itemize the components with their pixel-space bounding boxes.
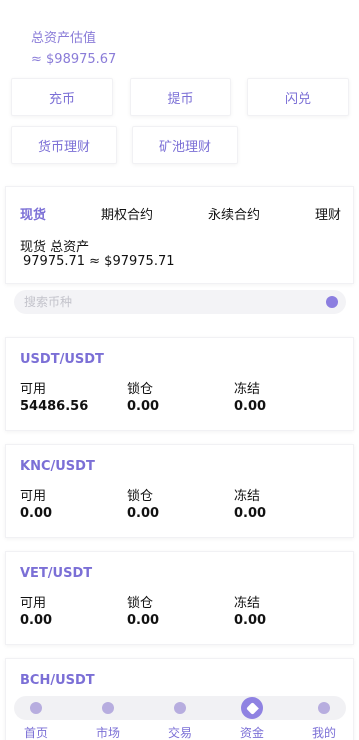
available-label: 可用 — [20, 596, 47, 611]
mining-pool-button[interactable]: 矿池理财 — [132, 126, 238, 164]
account-card: 现货 期权合约 永续合约 理财 现货 总资产 97975.71 ≈ $97975… — [5, 186, 354, 284]
withdraw-button[interactable]: 提币 — [130, 78, 231, 116]
total-assets-value: ≈ $98975.67 — [31, 52, 117, 67]
asset-card-knc[interactable]: KNC/USDT 可用 锁仓 冻结 0.00 0.00 0.00 — [5, 444, 354, 538]
available-label: 可用 — [20, 382, 47, 397]
nav-funds[interactable]: 资金 — [222, 696, 282, 740]
asset-card-vet[interactable]: VET/USDT 可用 锁仓 冻结 0.00 0.00 0.00 — [5, 551, 354, 645]
locked-value: 0.00 — [127, 399, 160, 414]
frozen-label: 冻结 — [234, 382, 261, 397]
asset-pair: KNC/USDT — [20, 459, 95, 474]
nav-home-label: 首页 — [23, 726, 48, 740]
frozen-value: 0.00 — [234, 399, 267, 414]
total-assets: 总资产估值 ≈ $98975.67 — [31, 27, 116, 67]
tab-options[interactable]: 期权合约 — [101, 204, 153, 223]
asset-card-usdt[interactable]: USDT/USDT 可用 锁仓 冻结 54486.56 0.00 0.00 — [5, 337, 354, 431]
nav-market[interactable]: 市场 — [78, 696, 138, 740]
nav-trade[interactable]: 交易 — [150, 696, 210, 740]
user-icon — [318, 702, 330, 714]
asset-pair: BCH/USDT — [20, 673, 95, 688]
nav-mine[interactable]: 我的 — [294, 696, 354, 740]
nav-funds-label: 资金 — [239, 726, 264, 740]
locked-value: 0.00 — [127, 506, 160, 521]
available-value: 0.00 — [20, 613, 53, 628]
tab-finance[interactable]: 理财 — [315, 204, 341, 223]
locked-label: 锁仓 — [127, 489, 154, 504]
home-icon — [30, 702, 42, 714]
nav-mine-label: 我的 — [311, 726, 336, 740]
frozen-label: 冻结 — [234, 596, 261, 611]
flash-exchange-button[interactable]: 闪兑 — [247, 78, 349, 116]
asset-pair: VET/USDT — [20, 566, 93, 581]
exchange-icon — [174, 702, 186, 714]
tab-spot[interactable]: 现货 — [20, 204, 46, 223]
account-tabs: 现货 期权合约 永续合约 理财 — [6, 204, 353, 224]
tab-perpetual[interactable]: 永续合约 — [208, 204, 260, 223]
spot-total-label: 现货 总资产 — [20, 240, 90, 255]
available-label: 可用 — [20, 489, 47, 504]
frozen-label: 冻结 — [234, 489, 261, 504]
available-value: 0.00 — [20, 506, 53, 521]
locked-label: 锁仓 — [127, 596, 154, 611]
asset-pair: USDT/USDT — [20, 352, 104, 367]
frozen-value: 0.00 — [234, 613, 267, 628]
locked-value: 0.00 — [127, 613, 160, 628]
currency-wealth-button[interactable]: 货币理财 — [11, 126, 117, 164]
spot-total-value: 97975.71 ≈ $97975.71 — [23, 254, 175, 269]
locked-label: 锁仓 — [127, 382, 154, 397]
heart-icon — [241, 697, 263, 719]
search-bar — [14, 290, 346, 314]
available-value: 54486.56 — [20, 399, 89, 414]
nav-trade-label: 交易 — [167, 726, 192, 740]
nav-home[interactable]: 首页 — [6, 696, 66, 740]
total-assets-label: 总资产估值 — [31, 31, 97, 46]
frozen-value: 0.00 — [234, 506, 267, 521]
search-input[interactable] — [24, 293, 314, 311]
charge-button[interactable]: 充币 — [11, 78, 113, 116]
search-icon[interactable] — [326, 296, 338, 308]
bar-chart-icon — [102, 702, 114, 714]
nav-market-label: 市场 — [95, 726, 120, 740]
